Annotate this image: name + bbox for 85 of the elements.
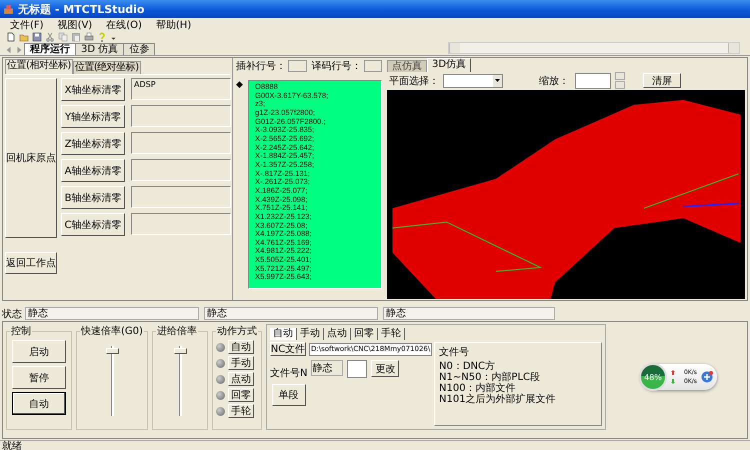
status-field: 静态 [204,307,378,320]
open-folder-icon[interactable] [19,32,29,42]
field-label: 缩放： [539,74,569,88]
usage-gauge: 48% [639,363,667,391]
spin-down-button[interactable] [615,81,625,89]
down-arrow-icon [671,379,675,384]
left-arrow-icon[interactable] [5,46,13,54]
menu-item[interactable]: 文件(F) [10,18,44,32]
up-arrow-icon [671,370,675,375]
control-button[interactable]: 启动 [12,340,66,363]
status-field: 静态 [383,307,555,320]
tab[interactable]: 位参 [123,43,156,55]
mode-button[interactable]: 手轮 [228,404,254,418]
tab[interactable]: 点仿真 [387,60,427,72]
return-button[interactable]: 返回工作点 [5,252,57,274]
zero-axis-button[interactable]: Z轴坐标清零 [61,132,125,155]
group-title: 快速倍率(G0) [80,324,144,338]
zoom-field[interactable] [575,72,611,88]
spin-up-button[interactable] [615,72,625,80]
tab[interactable]: 回零 [351,328,378,340]
paste-icon[interactable] [71,32,81,42]
current-line-marker: ◆ [236,80,244,92]
menu-item[interactable]: 视图(V) [58,18,92,32]
nc-file-button[interactable]: NC文件 [270,342,306,356]
axis-line [683,202,739,208]
plane-dropdown[interactable] [443,74,503,88]
field-label: 文件号N [270,366,308,380]
mode-button[interactable]: 自动 [228,340,254,354]
tab[interactable]: 3D仿真 [427,58,472,72]
field-label: 插补行号： [236,60,286,73]
home-button[interactable]: 回机床原点 [5,78,57,238]
tab[interactable]: 3D 仿真 [75,43,124,55]
plus-icon[interactable] [700,371,713,383]
zero-axis-button[interactable]: B轴坐标清零 [61,186,125,209]
zero-axis-button[interactable]: C轴坐标清零 [61,213,125,236]
copy-icon[interactable] [58,32,68,42]
info-line: N1~N50：内部PLC段 [439,372,542,383]
horizontal-scrollbar[interactable] [448,42,740,54]
info-line: N100：内部文件 [439,383,516,394]
tab[interactable]: 点动 [324,328,351,340]
group-title: 动作方式 [216,324,258,338]
mode-button[interactable]: 手动 [228,356,254,370]
axis-value-field: ADSP [131,78,231,100]
mode-button[interactable]: 点动 [228,372,254,386]
print-icon[interactable] [84,32,94,42]
caret-icon [495,79,500,82]
single-step-button[interactable]: 单段 [272,384,306,406]
new-file-icon[interactable] [6,32,16,42]
group-title: 控制 [10,324,32,338]
group-title: 进给倍率 [156,324,198,338]
tab[interactable]: 手轮 [378,328,405,340]
save-icon[interactable] [32,32,42,42]
tab[interactable]: 程序运行 [24,43,76,55]
info-line: N101之后为外部扩展文件 [439,394,557,405]
decode-line-field [364,60,382,72]
app-icon [3,4,14,14]
cut-icon[interactable] [45,32,55,42]
menu-item[interactable]: 帮助(H) [156,18,192,32]
interpolation-line-field [288,60,306,72]
mode-button[interactable]: 回零 [228,388,254,402]
change-button[interactable]: 更改 [371,360,400,377]
control-button[interactable]: 暂停 [12,366,66,389]
tab[interactable]: 位置(绝对坐标) [72,61,141,74]
field-label: 平面选择： [389,74,439,88]
slider-thumb[interactable] [106,348,118,354]
control-button[interactable]: 自动 [12,392,66,415]
tab[interactable]: 手动 [297,328,324,340]
zero-axis-button[interactable]: A轴坐标清零 [61,159,125,182]
status-bar-text: 就绪 [0,440,750,450]
slider-thumb[interactable] [174,348,186,354]
window-title: 无标题 - MTCTLStudio [18,2,144,16]
tab[interactable]: 位置(相对坐标) [5,59,73,74]
file-number-field: 静态 [311,360,344,376]
menu-item[interactable]: 在线(O) [106,18,142,32]
tab[interactable]: 自动 [270,328,297,340]
input-field[interactable] [347,360,368,378]
field-label: 译码行号： [312,60,362,73]
status-field: 静态 [25,307,199,320]
right-arrow-icon[interactable] [15,46,23,54]
zero-axis-button[interactable]: X轴坐标清零 [61,78,125,101]
info-line: N0：DNC方 [439,361,496,372]
zero-axis-button[interactable]: Y轴坐标清零 [61,105,125,128]
status-label: 状态 [2,308,22,320]
clear-button[interactable]: 清屏 [643,73,681,88]
info-title: 文件号 [439,346,470,359]
